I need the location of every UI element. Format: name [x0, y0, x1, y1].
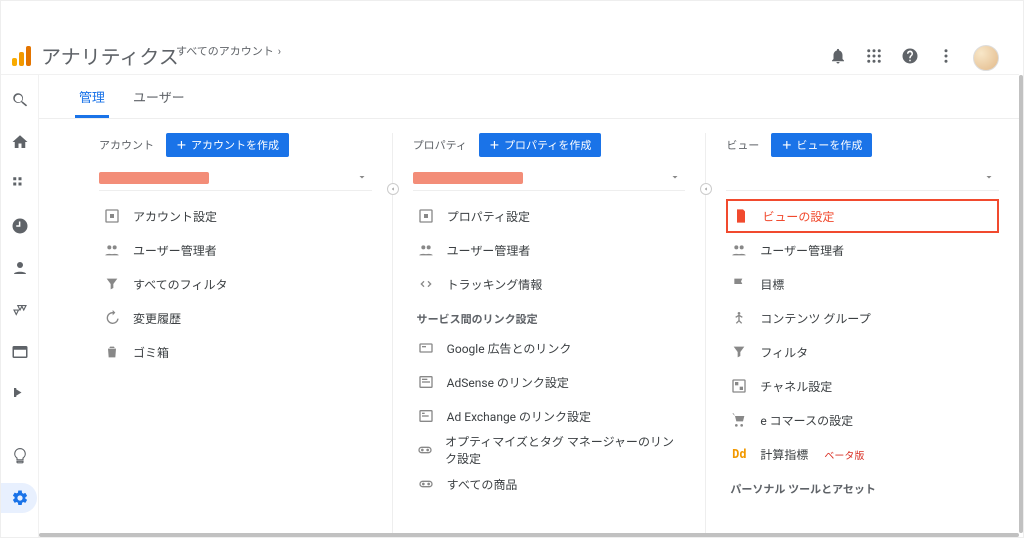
- caret-down-icon: [356, 171, 368, 187]
- view-user-management[interactable]: ユーザー管理者: [726, 233, 999, 267]
- create-property-button[interactable]: ＋プロパティを作成: [479, 133, 601, 157]
- top-header: アナリティクス すべてのアカウント ›: [1, 1, 1019, 75]
- apps-icon[interactable]: [865, 47, 883, 69]
- page-icon: [732, 208, 750, 224]
- customization-icon[interactable]: [11, 175, 29, 197]
- caret-down-icon: [983, 171, 995, 187]
- plus-icon: ＋: [781, 137, 792, 153]
- discover-icon[interactable]: [11, 447, 29, 469]
- view-ecommerce-settings[interactable]: e コマースの設定: [726, 403, 999, 437]
- user-avatar[interactable]: [973, 45, 999, 71]
- view-column: ビュー ＋ビューを作成 ビューの設定 ユーザー管理者: [705, 133, 999, 533]
- beta-label: ベータ版: [824, 447, 864, 462]
- horizontal-scrollbar[interactable]: [39, 533, 1019, 537]
- plus-icon: ＋: [176, 137, 187, 153]
- behavior-icon[interactable]: [11, 343, 29, 365]
- account-trash[interactable]: ゴミ箱: [99, 335, 372, 369]
- property-column-label: プロパティ: [413, 137, 467, 153]
- settings-box-icon: [103, 208, 121, 224]
- ads-icon: [417, 340, 435, 356]
- people-icon: [730, 242, 748, 258]
- property-settings[interactable]: プロパティ設定: [413, 199, 686, 233]
- tab-admin[interactable]: 管理: [79, 75, 105, 118]
- admin-tabs: 管理 ユーザー: [39, 75, 1019, 119]
- account-column: アカウント ＋アカウントを作成 アカウント設定 ユーザー管理者: [99, 133, 372, 533]
- account-all-filters[interactable]: すべてのフィルタ: [99, 267, 372, 301]
- caret-down-icon: [669, 171, 681, 187]
- logo-wrap: アナリティクス: [9, 41, 179, 70]
- cart-icon: [730, 412, 748, 428]
- settings-box-icon: [417, 208, 435, 224]
- property-adsense-link[interactable]: AdSense のリンク設定: [413, 365, 686, 399]
- chevron-right-icon: ›: [278, 45, 281, 58]
- breadcrumb-text: すべてのアカウント: [176, 43, 274, 59]
- property-google-ads-link[interactable]: Google 広告とのリンク: [413, 331, 686, 365]
- property-adexchange-link[interactable]: Ad Exchange のリンク設定: [413, 399, 686, 433]
- property-optimize-link[interactable]: オプティマイズとタグ マネージャーのリンク設定: [413, 433, 686, 467]
- app-title: アナリティクス: [41, 41, 179, 70]
- admin-gear-icon[interactable]: [11, 489, 29, 511]
- view-goals[interactable]: 目標: [726, 267, 999, 301]
- view-column-label: ビュー: [726, 137, 759, 153]
- account-user-management[interactable]: ユーザー管理者: [99, 233, 372, 267]
- view-calculated-metrics[interactable]: Dd 計算指標 ベータ版: [726, 437, 999, 471]
- filter-icon: [103, 276, 121, 292]
- conversions-icon[interactable]: [11, 385, 29, 407]
- home-icon[interactable]: [11, 133, 29, 155]
- acquisition-icon[interactable]: [11, 301, 29, 323]
- admin-content: アカウント ＋アカウントを作成 アカウント設定 ユーザー管理者: [39, 119, 1019, 533]
- channel-icon: [730, 378, 748, 394]
- account-change-history[interactable]: 変更履歴: [99, 301, 372, 335]
- help-icon[interactable]: [901, 47, 919, 69]
- view-personal-section-label: パーソナル ツールとアセット: [730, 481, 999, 497]
- collapse-left-icon[interactable]: [700, 183, 712, 195]
- people-icon: [103, 242, 121, 258]
- search-icon[interactable]: [11, 91, 29, 113]
- view-settings[interactable]: ビューの設定: [726, 199, 999, 233]
- property-links-section-label: サービス間のリンク設定: [417, 311, 686, 327]
- create-account-button[interactable]: ＋アカウントを作成: [166, 133, 289, 157]
- account-settings[interactable]: アカウント設定: [99, 199, 372, 233]
- create-view-button[interactable]: ＋ビューを作成: [771, 133, 872, 157]
- account-picker-breadcrumb[interactable]: すべてのアカウント ›: [176, 43, 281, 59]
- view-filters[interactable]: フィルタ: [726, 335, 999, 369]
- plus-icon: ＋: [489, 137, 500, 153]
- header-icons: [829, 45, 999, 71]
- property-name-redacted: [413, 172, 523, 184]
- view-picker[interactable]: [726, 165, 999, 191]
- property-user-management[interactable]: ユーザー管理者: [413, 233, 686, 267]
- property-all-products[interactable]: すべての商品: [413, 467, 686, 501]
- person-arms-icon: [730, 310, 748, 326]
- code-icon: [417, 276, 435, 292]
- filter-icon: [730, 344, 748, 360]
- vertical-scrollbar[interactable]: [1019, 75, 1023, 533]
- trash-icon: [103, 344, 121, 360]
- adexchange-icon: [417, 408, 435, 424]
- people-icon: [417, 242, 435, 258]
- account-picker[interactable]: [99, 165, 372, 191]
- account-column-label: アカウント: [99, 137, 154, 153]
- property-column: プロパティ ＋プロパティを作成 プロパティ設定 ユーザー管理者: [392, 133, 686, 533]
- account-name-redacted: [99, 172, 209, 184]
- view-content-groups[interactable]: コンテンツ グループ: [726, 301, 999, 335]
- more-vert-icon[interactable]: [937, 47, 955, 69]
- analytics-logo-icon: [9, 44, 33, 68]
- property-tracking-info[interactable]: トラッキング情報: [413, 267, 686, 301]
- adsense-icon: [417, 374, 435, 390]
- property-picker[interactable]: [413, 165, 686, 191]
- realtime-icon[interactable]: [11, 217, 29, 239]
- history-icon: [103, 310, 121, 326]
- notifications-icon[interactable]: [829, 47, 847, 69]
- tab-user[interactable]: ユーザー: [133, 75, 185, 118]
- link-icon: [417, 442, 433, 458]
- dd-icon: Dd: [730, 447, 748, 461]
- audience-icon[interactable]: [11, 259, 29, 281]
- left-nav-rail: [1, 75, 39, 537]
- flag-icon: [730, 276, 748, 292]
- view-channel-settings[interactable]: チャネル設定: [726, 369, 999, 403]
- collapse-left-icon[interactable]: [387, 183, 399, 195]
- link-icon: [417, 476, 435, 492]
